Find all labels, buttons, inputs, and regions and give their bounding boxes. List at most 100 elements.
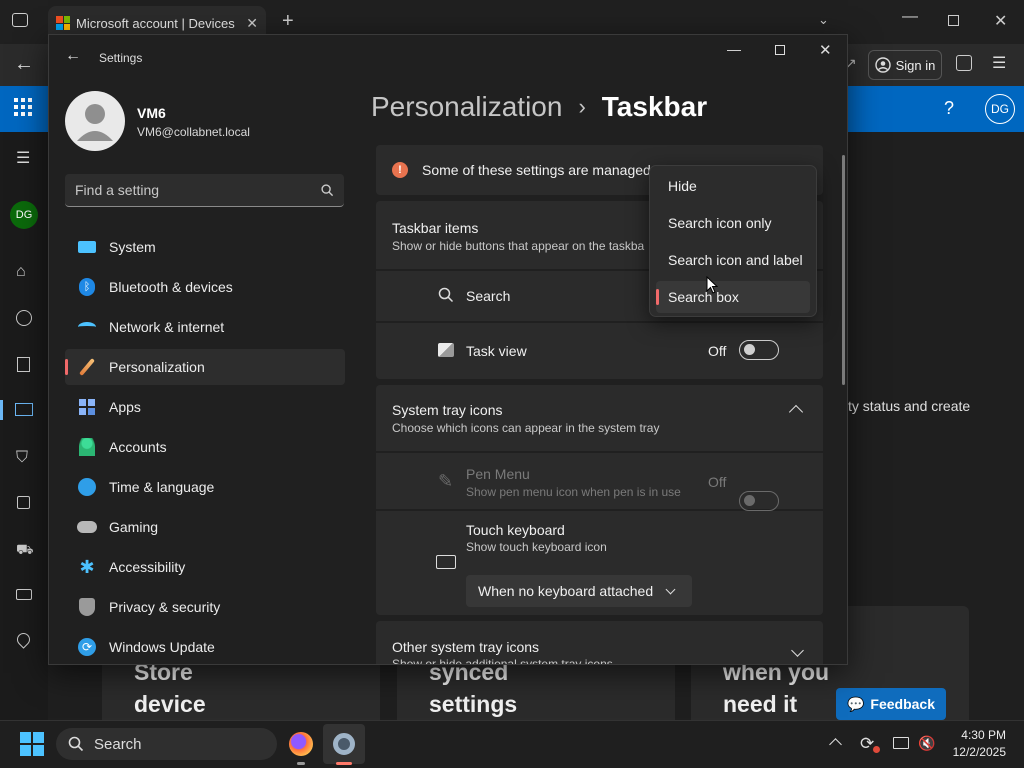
- profile-icon: [874, 57, 891, 73]
- settings-close-icon[interactable]: ✕: [819, 41, 832, 59]
- nav-item-system[interactable]: System: [65, 229, 345, 265]
- touch-keyboard-select[interactable]: When no keyboard attached: [466, 575, 692, 607]
- browser-minimize-icon[interactable]: —: [902, 8, 918, 26]
- nav-item-apps[interactable]: Apps: [65, 389, 345, 425]
- card1-line2: device: [134, 691, 206, 717]
- dropdown-option-hide[interactable]: Hide: [656, 170, 810, 202]
- feedback-label: Feedback: [870, 696, 936, 712]
- search-row-label: Search: [466, 288, 511, 304]
- nav-item-windows-update[interactable]: ⟳ Windows Update: [65, 629, 345, 664]
- home-icon[interactable]: ⌂: [16, 263, 26, 281]
- settings-maximize-icon[interactable]: [775, 45, 785, 55]
- pen-menu-toggle[interactable]: [739, 491, 779, 511]
- nav-label: Apps: [109, 399, 141, 415]
- taskbar-search-box[interactable]: Search: [56, 728, 277, 760]
- new-tab-icon[interactable]: +: [282, 10, 294, 33]
- nav-label: Bluetooth & devices: [109, 279, 233, 295]
- taskview-state: Off: [708, 343, 727, 359]
- accessibility-icon: ✱: [79, 556, 95, 577]
- extensions-icon[interactable]: [956, 55, 972, 71]
- firefox-running-indicator: [297, 762, 305, 765]
- feedback-button[interactable]: 💬 Feedback: [836, 688, 946, 720]
- clock-time[interactable]: 4:30 PM: [946, 728, 1006, 742]
- managed-notice-text: Some of these settings are managed: [422, 162, 651, 178]
- close-tab-icon[interactable]: ✕: [246, 15, 258, 32]
- browser-close-icon[interactable]: ✕: [994, 11, 1007, 31]
- nav-label: Windows Update: [109, 639, 215, 655]
- nav-item-personalization[interactable]: Personalization: [65, 349, 345, 385]
- user-silhouette-icon: [77, 104, 113, 141]
- nav-item-accessibility[interactable]: ✱ Accessibility: [65, 549, 345, 585]
- taskview-label: Task view: [466, 343, 527, 359]
- nav-item-bluetooth[interactable]: ᛒ Bluetooth & devices: [65, 269, 345, 305]
- dropdown-option-icon-label[interactable]: Search icon and label: [656, 244, 810, 276]
- mouse-cursor-icon: [706, 276, 718, 294]
- hamburger-icon[interactable]: ☰: [16, 148, 30, 168]
- nav-label: Privacy & security: [109, 599, 221, 615]
- nav-label: Accessibility: [109, 559, 186, 575]
- scrollbar[interactable]: [842, 155, 845, 385]
- start-button[interactable]: [20, 732, 44, 756]
- nav-item-accounts[interactable]: Accounts: [65, 429, 345, 465]
- accounts-icon: [77, 437, 97, 457]
- nav-item-gaming[interactable]: Gaming: [65, 509, 345, 545]
- header-avatar[interactable]: DG: [985, 94, 1015, 124]
- firefox-icon[interactable]: [289, 732, 313, 756]
- find-setting-input[interactable]: Find a setting: [65, 174, 344, 207]
- selected-mark: [656, 289, 659, 305]
- settings-back-icon[interactable]: ←: [65, 47, 81, 65]
- globe-clock-icon: [77, 477, 97, 497]
- menu-icon[interactable]: ☰: [992, 53, 1006, 73]
- dropdown-option-icon-only[interactable]: Search icon only: [656, 207, 810, 239]
- breadcrumb-parent[interactable]: Personalization: [371, 91, 562, 123]
- settings-gear-icon: [333, 733, 355, 755]
- pen-menu-subtitle: Show pen menu icon when pen is in use: [466, 485, 681, 499]
- cart-icon[interactable]: ⛟: [16, 541, 34, 560]
- nav-item-network[interactable]: Network & internet: [65, 309, 345, 345]
- sign-in-button[interactable]: Sign in: [868, 50, 942, 80]
- search-mode-dropdown: Hide Search icon only Search icon and la…: [649, 165, 817, 317]
- back-arrow-icon[interactable]: ←: [14, 53, 34, 76]
- network-icon[interactable]: [893, 737, 909, 749]
- lock-icon[interactable]: [17, 496, 30, 509]
- sync-icon[interactable]: ⟳: [860, 734, 874, 754]
- taskbar-items-subtitle: Show or hide buttons that appear on the …: [392, 239, 645, 253]
- help-icon[interactable]: ?: [944, 98, 954, 119]
- device-icon[interactable]: [15, 403, 33, 416]
- user-name: VM6: [137, 105, 166, 121]
- volume-muted-icon[interactable]: 🔇: [918, 735, 935, 752]
- wifi-icon: [77, 317, 97, 337]
- clock-date[interactable]: 12/2/2025: [946, 745, 1006, 759]
- selected-indicator: [65, 359, 68, 375]
- breadcrumb-separator: ›: [578, 94, 586, 119]
- document-icon[interactable]: [17, 357, 30, 372]
- side-avatar[interactable]: DG: [10, 201, 38, 229]
- breadcrumb: Personalization › Taskbar: [371, 91, 707, 123]
- settings-minimize-icon[interactable]: —: [727, 41, 741, 57]
- person-icon[interactable]: [16, 310, 32, 326]
- pen-menu-state: Off: [708, 474, 727, 490]
- nav-label: Personalization: [109, 359, 205, 375]
- system-tray-title: System tray icons: [392, 402, 503, 418]
- app-launcher-icon[interactable]: [14, 98, 32, 116]
- tab-dropdown-icon[interactable]: ⌄: [818, 12, 829, 28]
- pen-icon: ✎: [438, 471, 454, 491]
- taskview-toggle[interactable]: [739, 340, 779, 360]
- device-selected-bar: [0, 400, 3, 420]
- card-icon[interactable]: [16, 589, 32, 600]
- dropdown-option-search-box[interactable]: Search box: [656, 281, 810, 313]
- brush-icon: [77, 357, 97, 377]
- tab-list-icon[interactable]: [12, 13, 28, 27]
- nav-item-time-language[interactable]: Time & language: [65, 469, 345, 505]
- taskbar-search-icon: [68, 736, 84, 752]
- nav-item-privacy[interactable]: Privacy & security: [65, 589, 345, 625]
- apps-icon: [77, 397, 97, 417]
- touch-keyboard-value: When no keyboard attached: [478, 583, 654, 599]
- touch-keyboard-title: Touch keyboard: [466, 522, 565, 538]
- system-tray-header[interactable]: [376, 385, 823, 451]
- nav-label: Network & internet: [109, 319, 225, 335]
- find-setting-placeholder: Find a setting: [75, 182, 160, 198]
- nav-label: Gaming: [109, 519, 159, 535]
- browser-restore-icon[interactable]: [948, 15, 959, 26]
- security-shield-icon[interactable]: ⛉: [16, 449, 28, 467]
